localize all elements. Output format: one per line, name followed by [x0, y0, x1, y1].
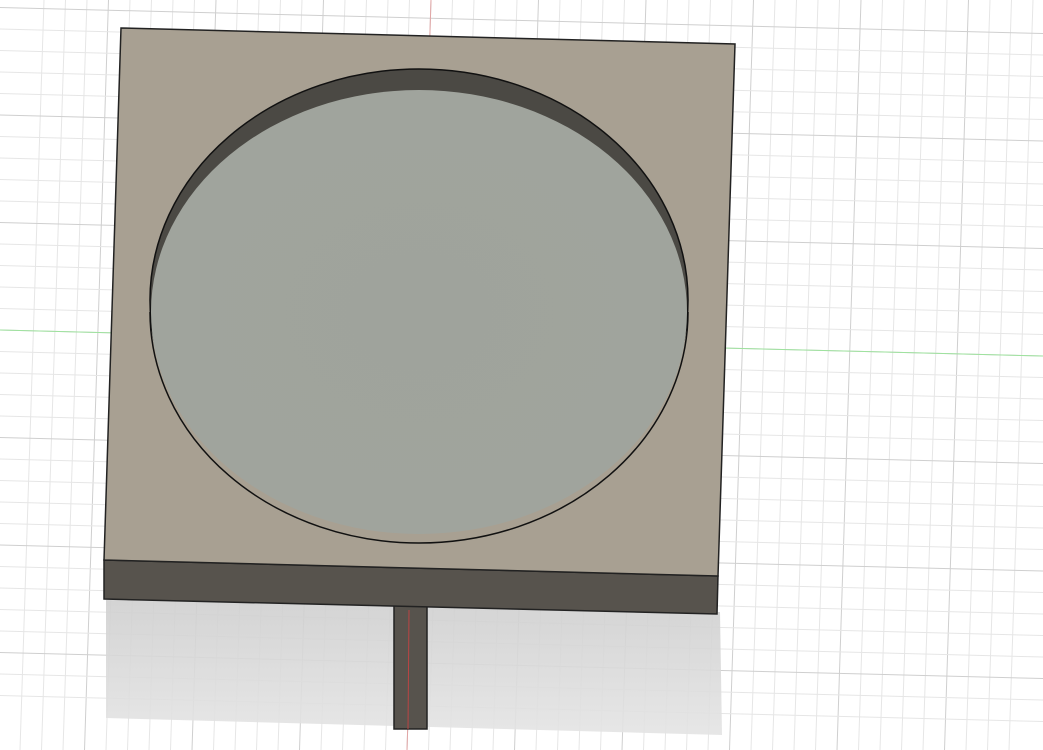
pocket-floor[interactable] [151, 90, 687, 534]
grid-line-vertical [987, 0, 1012, 750]
grid-line-vertical [1008, 0, 1034, 750]
cad-viewport[interactable] [0, 0, 1043, 750]
grid-line-vertical [901, 0, 926, 750]
grid-line-vertical [793, 0, 819, 750]
grid-line-vertical [965, 0, 991, 750]
grid-line-vertical [19, 0, 45, 750]
grid-line-vertical [836, 0, 862, 750]
stem-body[interactable] [393, 597, 428, 730]
grid-line-vertical [858, 0, 883, 750]
grid-line-vertical [879, 0, 905, 750]
grid-line-vertical [815, 0, 840, 750]
canvas-3d[interactable] [0, 0, 1043, 750]
